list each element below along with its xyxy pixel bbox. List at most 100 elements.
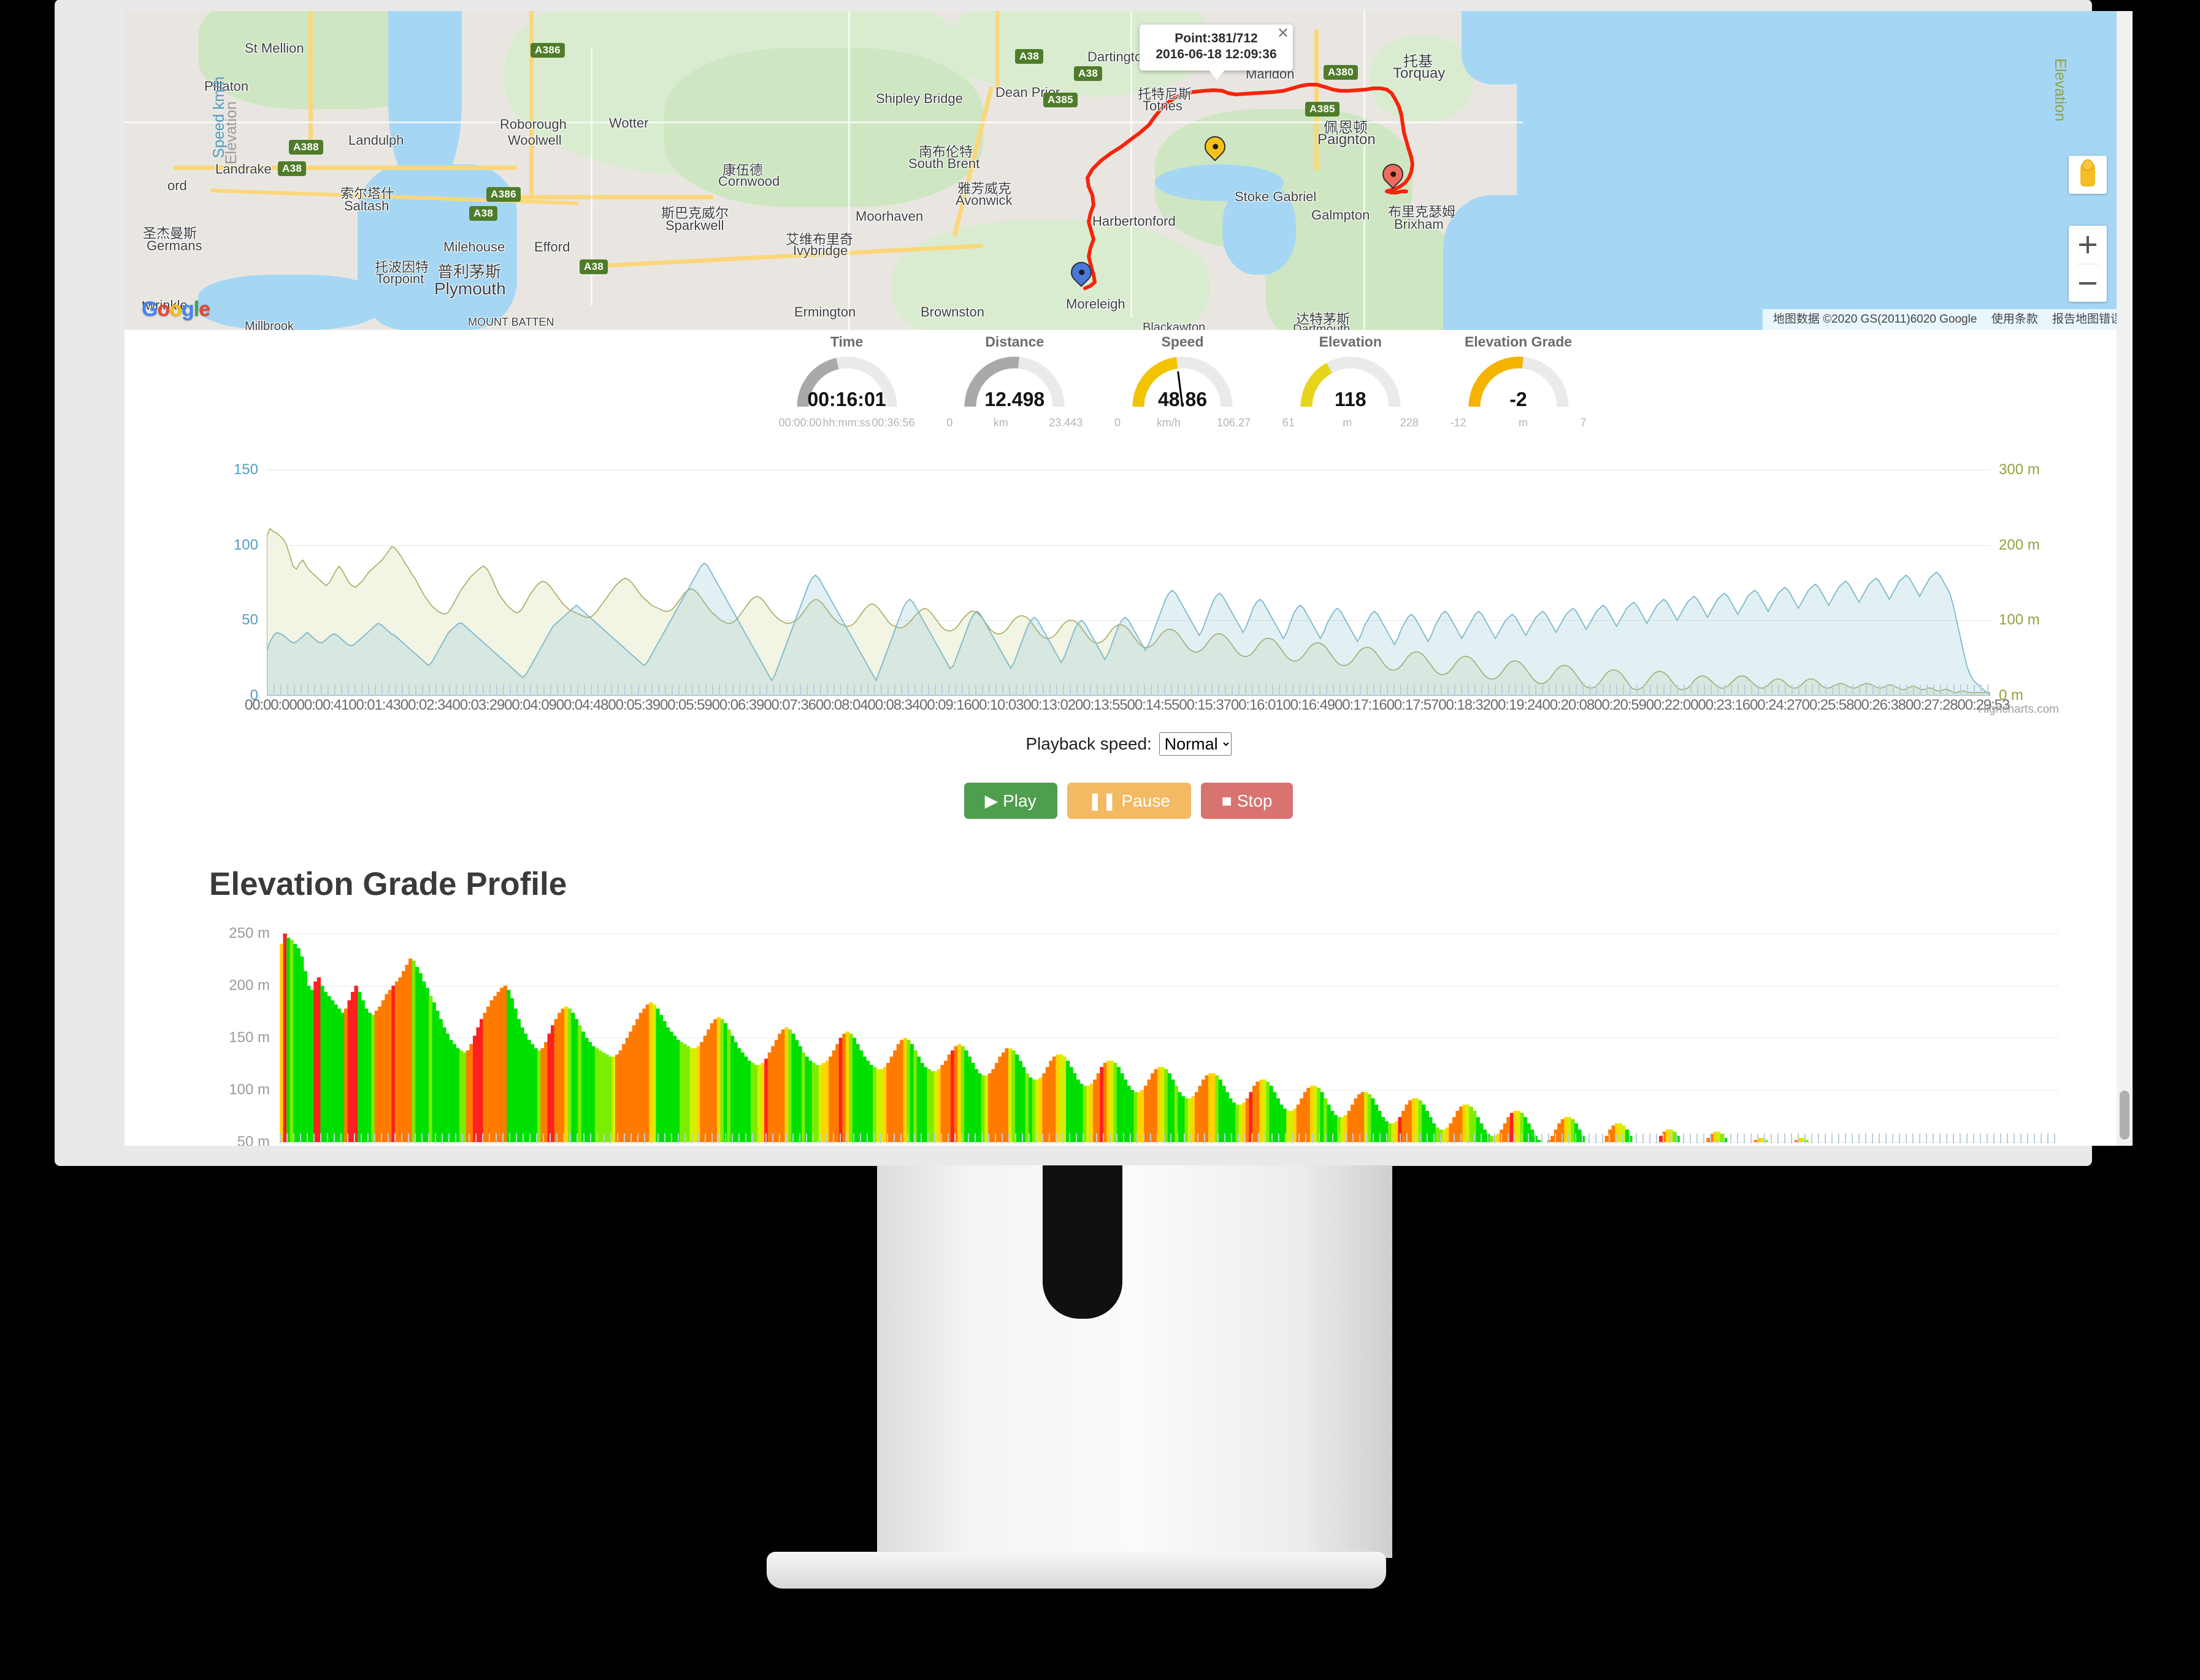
map-label: Torquay <box>1393 65 1446 82</box>
map-point-tooltip[interactable]: ✕ Point:381/712 2016-06-18 12:09:36 <box>1140 25 1293 79</box>
stop-label: Stop <box>1236 791 1273 810</box>
map-label: Plymouth <box>434 279 506 298</box>
map-label: Avonwick <box>956 193 1013 208</box>
map-data-credit: 地图数据 ©2020 GS(2011)6020 Google <box>1773 313 1977 326</box>
gauge-title: Speed <box>1161 334 1204 350</box>
pause-button[interactable]: ❚❚ Pause <box>1067 783 1191 819</box>
road-shield: A386 <box>531 43 565 58</box>
gauge-title: Elevation <box>1319 334 1382 350</box>
road-shield: A380 <box>1324 65 1358 80</box>
grade-bars <box>280 934 1809 1142</box>
road-shield: A385 <box>1043 93 1078 107</box>
map-label: Germans <box>147 238 202 253</box>
playback-speed-control[interactable]: Playback speed: Normal <box>125 732 2133 756</box>
road-shield: A38 <box>1015 49 1044 64</box>
pegman-head-icon <box>2082 159 2093 171</box>
road-shield: A38 <box>1074 66 1103 81</box>
gauge-min: -12 <box>1450 416 1466 429</box>
elevation-grade-profile-title: Elevation Grade Profile <box>209 866 567 902</box>
gauge-panel: Time 00:16:01 00:00:00 hh:mm:ss 00:36:56 Dist… <box>125 330 2133 453</box>
gauge-speed: Speed 48.86 0 km/h 106.27 <box>1111 334 1255 450</box>
map-label: Shipley Bridge <box>876 91 963 106</box>
speed-chart-plot: 0 50 100 150 0 m 100 m 200 m 300 m <box>234 461 2040 704</box>
map-label: Milehouse <box>443 239 505 255</box>
road-shield: A388 <box>289 140 323 155</box>
map-label: MOUNT BATTEN <box>468 316 554 328</box>
scrollbar-thumb[interactable] <box>2120 1091 2129 1140</box>
monitor-stand-neck <box>877 1165 1392 1558</box>
map-label: Cornwood <box>718 174 780 189</box>
map-label: Moreleigh <box>1066 296 1125 312</box>
map-label: Totnes <box>1143 98 1182 113</box>
elevation-axis-title: Elevation <box>2052 58 2069 121</box>
map-label: Paignton <box>1317 131 1376 148</box>
gauge-min: 0 <box>1114 416 1121 429</box>
pause-label: Pause <box>1121 791 1170 810</box>
monitor-frame: St Mellion Pillaton Landulph Landrake ord 索尔塔… <box>55 0 2133 1165</box>
gauge-value: -2 <box>1509 388 1527 410</box>
map-label: ord <box>167 178 187 193</box>
gauge-unit: hh:mm:ss <box>822 416 871 429</box>
speed-ytick: 100 <box>233 536 258 553</box>
map-label: Landulph <box>348 132 404 148</box>
gauge-elevation-grade: Elevation Grade -2 -12 m 7 <box>1446 334 1590 450</box>
gauge-value: 12.498 <box>984 388 1045 410</box>
map-label: Brownston <box>921 304 984 320</box>
speed-chart-xlabels: 00:00:0000:00:4100:01:4300:02:3400:03:29… <box>245 697 2010 713</box>
playback-speed-label: Playback speed: <box>1025 734 1152 753</box>
playback-speed-select[interactable]: Normal <box>1159 732 1232 756</box>
play-icon: ▶ <box>984 791 998 810</box>
street-view-pegman[interactable] <box>2069 156 2107 194</box>
grade-chart-plot: 50 m 100 m 150 m 200 m 250 m <box>229 925 2059 1146</box>
browser-viewport: St Mellion Pillaton Landulph Landrake ord 索尔塔… <box>125 11 2133 1146</box>
stop-icon: ■ <box>1221 791 1232 810</box>
play-label: Play <box>1003 791 1037 810</box>
map-zoom-controls[interactable] <box>2069 226 2107 302</box>
map-label: Stoke Gabriel <box>1235 189 1317 204</box>
map-terms-link[interactable]: 使用条款 <box>1991 313 2038 326</box>
map-report-link[interactable]: 报告地图错误 <box>2052 313 2122 326</box>
gauge-max: 106.27 <box>1216 416 1251 429</box>
monitor-stand-base <box>767 1552 1386 1589</box>
close-icon[interactable]: ✕ <box>1277 26 1289 41</box>
grade-elevation-axis-title: Elevation <box>223 101 240 164</box>
road-shield: A38 <box>469 206 498 221</box>
gauge-min: 61 <box>1282 416 1295 429</box>
speed-elevation-series <box>267 527 1990 696</box>
gauge-unit: m <box>1343 416 1352 429</box>
map-label: Sparkwell <box>665 218 724 233</box>
gauge-title: Distance <box>985 334 1044 350</box>
map-label: Blackawton <box>1143 321 1206 330</box>
gauge-title: Time <box>830 334 864 350</box>
google-map[interactable]: St Mellion Pillaton Landulph Landrake ord 索尔塔… <box>125 11 2133 330</box>
play-button[interactable]: ▶ Play <box>964 783 1057 819</box>
gauge-unit: km/h <box>1156 416 1181 429</box>
elevation-ytick: 200 m <box>1999 536 2040 553</box>
map-label: Harbertonford <box>1092 213 1176 229</box>
pause-icon: ❚❚ <box>1087 791 1117 810</box>
speed-chart-xticks <box>267 685 1990 696</box>
highcharts-credit[interactable]: Highcharts.com <box>1978 703 2059 716</box>
grade-ytick: 100 m <box>229 1081 270 1098</box>
gauge-unit: km <box>993 416 1008 429</box>
map-label: Ermington <box>794 304 856 320</box>
zoom-out-button[interactable] <box>2069 264 2107 302</box>
gauge-value: 00:16:01 <box>807 388 886 410</box>
elevation-grade-profile-chart[interactable]: 50 m 100 m 150 m 200 m 250 m <box>125 919 2133 1146</box>
road-shield: A38 <box>580 259 608 274</box>
map-label: Efford <box>534 239 570 255</box>
zoom-in-button[interactable] <box>2069 226 2107 264</box>
monitor-stand-notch <box>1043 1165 1122 1319</box>
playback-buttons[interactable]: ▶ Play ❚❚ Pause ■ Stop <box>125 783 2133 819</box>
gauge-distance: Distance 12.498 0 km 23.443 <box>943 334 1087 450</box>
gauge-unit: m <box>1519 416 1528 429</box>
gauge-title: Elevation Grade <box>1464 334 1573 350</box>
map-label: Dartmouth <box>1293 323 1351 330</box>
stop-button[interactable]: ■ Stop <box>1200 783 1294 819</box>
page-scrollbar[interactable] <box>2117 11 2133 1146</box>
speed-ytick: 150 <box>233 461 258 478</box>
gauge-row: Time 00:16:01 00:00:00 hh:mm:ss 00:36:56 Dist… <box>775 334 1590 450</box>
map-label: Wotter <box>609 115 649 131</box>
map-label: Moorhaven <box>856 209 924 224</box>
map-label: Galmpton <box>1311 207 1370 223</box>
